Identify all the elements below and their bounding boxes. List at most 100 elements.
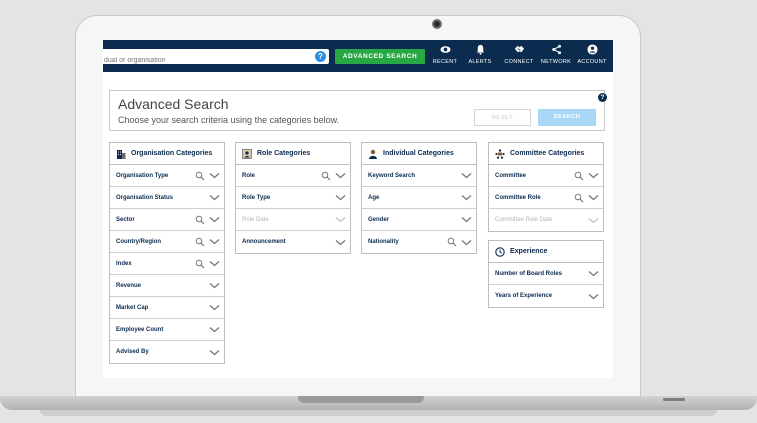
page-title: Advanced Search (118, 96, 229, 112)
advanced-search-button[interactable]: ADVANCED SEARCH (335, 49, 425, 64)
role-categories-header: Role Categories (236, 143, 350, 165)
individual-row[interactable]: Age (362, 187, 476, 209)
chevron-down-icon[interactable] (588, 270, 599, 277)
organisation-categories-title: Organisation Categories (131, 150, 213, 157)
chevron-down-icon[interactable] (588, 217, 599, 224)
chevron-down-icon[interactable] (209, 282, 220, 289)
chevron-down-icon[interactable] (335, 194, 346, 201)
role-row[interactable]: Announcement (236, 231, 350, 253)
search-input[interactable] (103, 53, 303, 68)
committee-row[interactable]: Committee Role (489, 187, 603, 209)
search-icon[interactable] (574, 171, 584, 181)
chevron-down-icon[interactable] (461, 216, 472, 223)
organisation-row[interactable]: Market Cap (110, 297, 224, 319)
search-icon[interactable] (447, 237, 457, 247)
chevron-down-icon[interactable] (209, 172, 220, 179)
individual-row[interactable]: Nationality (362, 231, 476, 253)
organisation-row[interactable]: Employee Count (110, 319, 224, 341)
individual-row[interactable]: Gender (362, 209, 476, 231)
help-icon[interactable]: ? (315, 51, 326, 62)
bell-icon (476, 44, 484, 55)
committee-row[interactable]: Committee (489, 165, 603, 187)
individual-row-label: Gender (368, 216, 390, 223)
search-icon[interactable] (195, 259, 205, 269)
search-icon[interactable] (321, 171, 331, 181)
reset-button[interactable]: RESET (474, 109, 531, 126)
role-row[interactable]: Role (236, 165, 350, 187)
camera-icon (432, 19, 442, 29)
organisation-row-label: Organisation Type (116, 172, 169, 179)
chevron-down-icon[interactable] (335, 239, 346, 246)
person-icon (369, 149, 377, 159)
chevron-down-icon[interactable] (209, 260, 220, 267)
experience-title: Experience (510, 248, 548, 255)
organisation-row[interactable]: Organisation Type (110, 165, 224, 187)
chevron-down-icon[interactable] (209, 326, 220, 333)
chevron-down-icon[interactable] (588, 293, 599, 300)
chevron-down-icon[interactable] (209, 304, 220, 311)
search-icon[interactable] (195, 237, 205, 247)
organisation-row[interactable]: Index (110, 253, 224, 275)
nav-alerts[interactable]: ALERTS (467, 44, 493, 70)
individual-row-label: Keyword Search (368, 172, 416, 179)
role-row[interactable]: Role Type (236, 187, 350, 209)
individual-row-label: Nationality (368, 239, 399, 245)
individual-row[interactable]: Keyword Search (362, 165, 476, 187)
role-row[interactable]: Role Date (236, 209, 350, 231)
nav-connect[interactable]: CONNECT (501, 44, 537, 70)
top-navbar: ? ADVANCED SEARCH RECENT ALERTS CONNECT … (103, 40, 613, 72)
chevron-down-icon[interactable] (588, 194, 599, 201)
chevron-down-icon[interactable] (461, 194, 472, 201)
experience-row[interactable]: Years of Experience (489, 285, 603, 307)
organisation-categories-header: Organisation Categories (110, 143, 224, 165)
help-icon[interactable]: ? (598, 93, 607, 102)
laptop-shadow (40, 410, 717, 416)
organisation-row-label: Organisation Status (116, 194, 174, 201)
committee-row-label: Committee Role Date (495, 217, 553, 223)
chevron-down-icon[interactable] (588, 172, 599, 179)
chevron-down-icon[interactable] (209, 216, 220, 223)
organisation-row-label: Country/Region (116, 238, 161, 245)
chevron-down-icon[interactable] (209, 238, 220, 245)
role-row-label: Role Date (242, 216, 269, 223)
nav-account[interactable]: ACCOUNT (575, 44, 609, 70)
organisation-row-label: Employee Count (116, 326, 164, 333)
committee-categories-header: Committee Categories (489, 143, 603, 165)
nav-recent-label: RECENT (432, 59, 458, 65)
experience-row-label: Years of Experience (495, 293, 553, 299)
search-icon[interactable] (574, 193, 584, 203)
laptop-led (663, 398, 685, 401)
handshake-icon (514, 45, 524, 53)
chevron-down-icon[interactable] (461, 239, 472, 246)
nav-network[interactable]: NETWORK (539, 44, 573, 70)
share-icon (551, 44, 561, 55)
role-row-label: Announcement (242, 239, 286, 245)
organisation-row[interactable]: Organisation Status (110, 187, 224, 209)
organisation-row[interactable]: Revenue (110, 275, 224, 297)
chevron-down-icon[interactable] (209, 194, 220, 201)
user-icon (586, 44, 598, 55)
search-button[interactable]: SEARCH (538, 109, 596, 126)
experience-row[interactable]: Number of Board Roles (489, 263, 603, 285)
organisation-row[interactable]: Country/Region (110, 231, 224, 253)
organisation-row[interactable]: Advised By (110, 341, 224, 363)
chevron-down-icon[interactable] (335, 216, 346, 223)
experience-panel: Experience Number of Board Roles Years of… (488, 240, 604, 308)
committee-icon (495, 148, 505, 159)
chevron-down-icon[interactable] (461, 172, 472, 179)
search-icon[interactable] (195, 215, 205, 225)
committee-row[interactable]: Committee Role Date (489, 209, 603, 231)
nav-recent[interactable]: RECENT (431, 44, 459, 70)
nav-alerts-label: ALERTS (468, 59, 492, 65)
chevron-down-icon[interactable] (335, 172, 346, 179)
nav-network-label: NETWORK (540, 59, 572, 65)
search-icon[interactable] (195, 171, 205, 181)
committee-row-label: Committee (495, 172, 527, 179)
organisation-row-label: Sector (116, 216, 135, 223)
chevron-down-icon[interactable] (209, 349, 220, 356)
role-categories-title: Role Categories (257, 150, 311, 157)
individual-row-list: Keyword Search Age Gender Nationality (362, 165, 476, 253)
organisation-row-list: Organisation Type Organisation Status Sect… (110, 165, 224, 363)
organisation-row[interactable]: Sector (110, 209, 224, 231)
organisation-row-label: Advised By (116, 349, 149, 355)
